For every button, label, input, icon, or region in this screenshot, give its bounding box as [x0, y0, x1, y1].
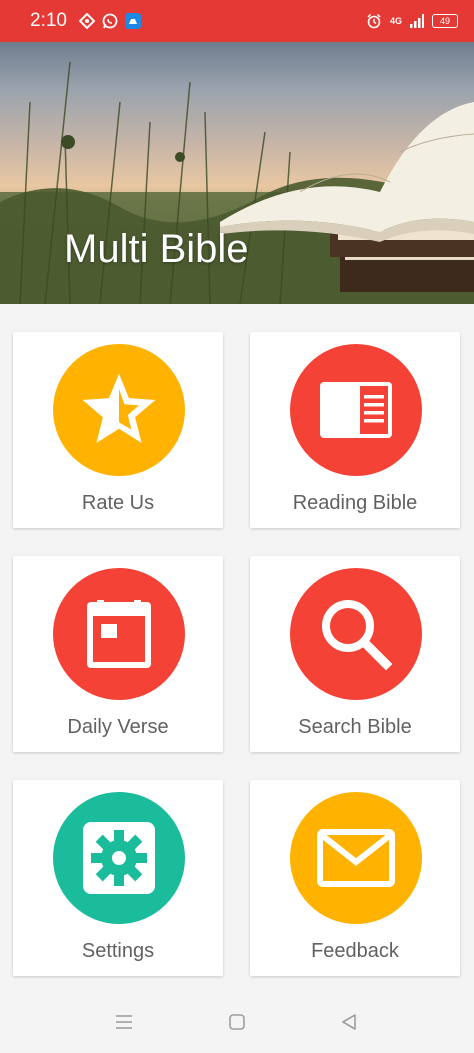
- feedback-label: Feedback: [311, 940, 399, 962]
- app-title: Multi Bible: [64, 227, 249, 271]
- reading-bible-circle: [290, 344, 422, 476]
- battery-indicator: 49: [432, 14, 458, 28]
- system-nav-bar: [0, 995, 474, 1053]
- daily-verse-card[interactable]: Daily Verse: [13, 556, 223, 752]
- whatsapp-icon: [102, 13, 118, 29]
- search-icon: [322, 600, 393, 671]
- calendar-icon: [87, 600, 151, 668]
- signal-icon: [410, 14, 424, 28]
- feedback-card[interactable]: Feedback: [250, 780, 460, 976]
- feedback-circle: [290, 792, 422, 924]
- app-notification-icon: [124, 13, 141, 29]
- back-icon[interactable]: [340, 1013, 358, 1031]
- alarm-icon: [367, 13, 381, 29]
- header-banner: Multi Bible: [0, 42, 474, 304]
- search-bible-card[interactable]: Search Bible: [250, 556, 460, 752]
- reading-bible-card[interactable]: Reading Bible: [250, 332, 460, 528]
- reading-bible-label: Reading Bible: [292, 492, 418, 514]
- rate-us-circle: [53, 344, 185, 476]
- daily-verse-label: Daily Verse: [67, 716, 169, 738]
- network-type: 4G: [389, 16, 402, 26]
- status-bar: 2:10 4G 49: [0, 0, 474, 42]
- rate-us-label: Rate Us: [81, 492, 155, 514]
- settings-circle: [53, 792, 185, 924]
- status-time: 2:10: [30, 10, 67, 31]
- settings-card[interactable]: Settings: [13, 780, 223, 976]
- rate-us-card[interactable]: Rate Us: [13, 332, 223, 528]
- book-page-icon: [320, 382, 392, 438]
- menu-icon[interactable]: [114, 1013, 134, 1031]
- search-bible-circle: [290, 568, 422, 700]
- mail-icon: [317, 829, 395, 887]
- daily-verse-circle: [53, 568, 185, 700]
- notification-app-icon: [78, 13, 95, 29]
- search-bible-label: Search Bible: [298, 716, 412, 738]
- gear-icon: [83, 822, 155, 894]
- home-icon[interactable]: [228, 1013, 246, 1031]
- settings-label: Settings: [81, 940, 155, 962]
- star-icon: [82, 373, 156, 443]
